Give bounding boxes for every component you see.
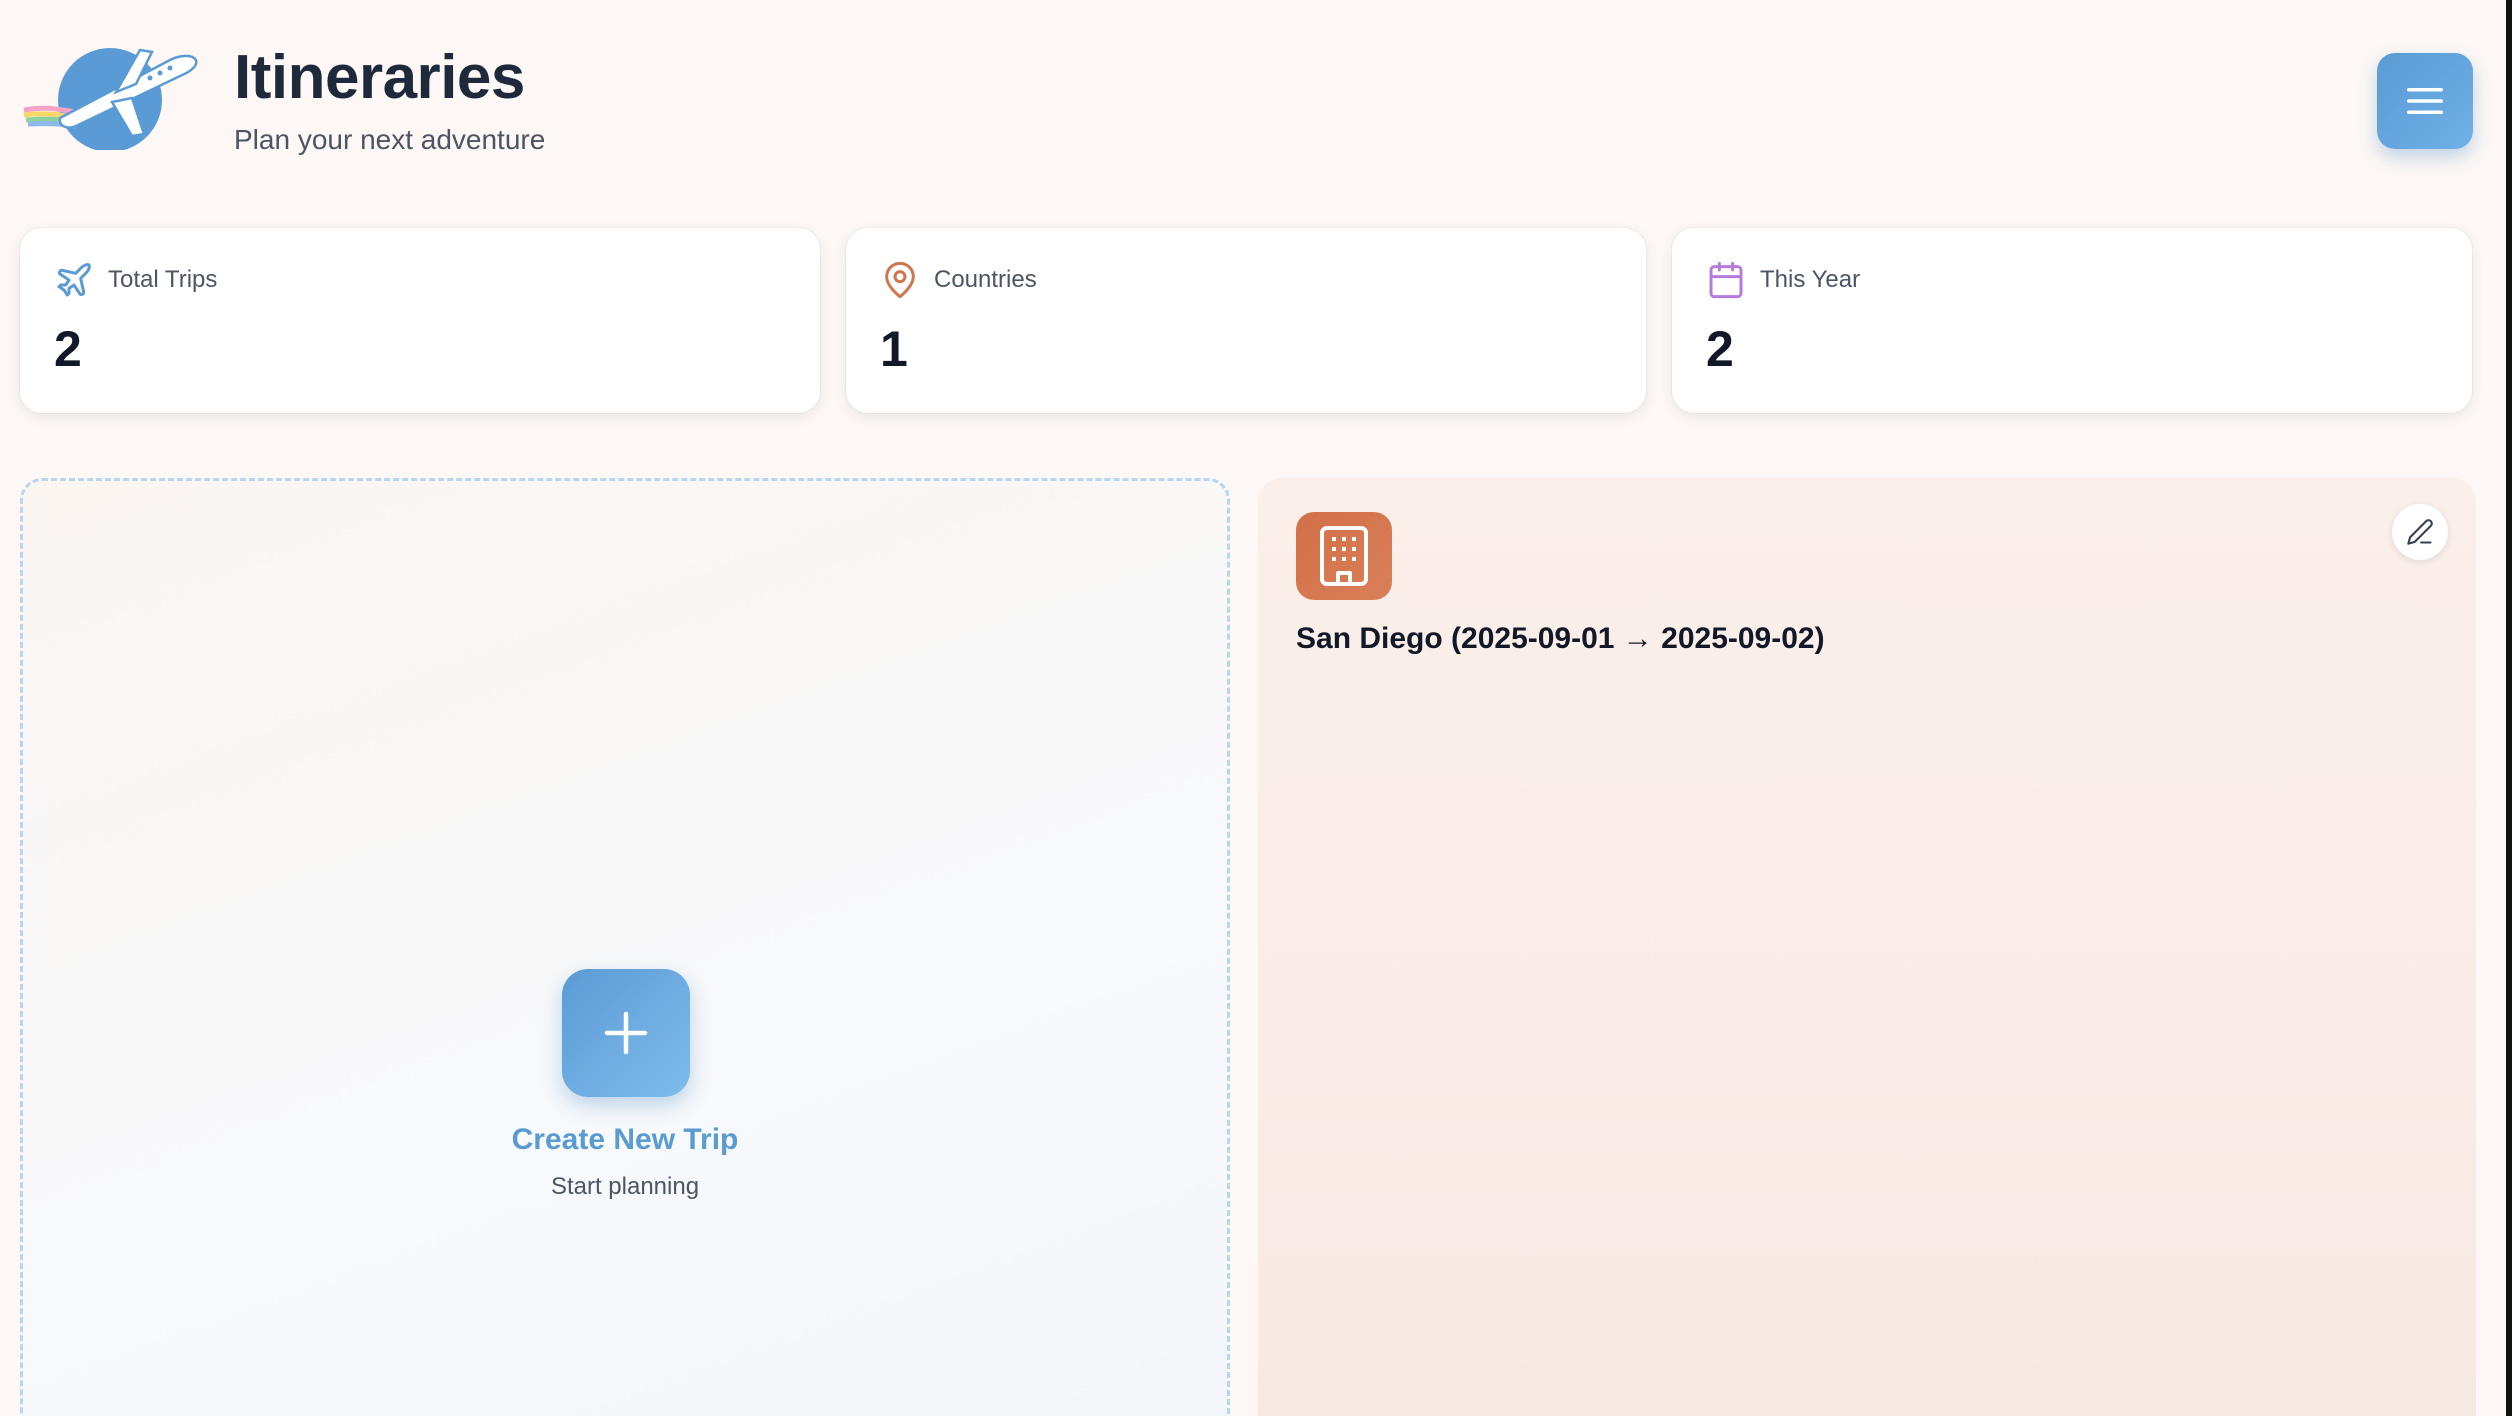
- stat-card-countries: Countries 1: [846, 228, 1646, 413]
- building-icon: [1296, 512, 1392, 600]
- page-subtitle: Plan your next adventure: [234, 124, 546, 155]
- airplane-globe-logo-icon: [20, 40, 200, 152]
- calendar-icon: [1706, 260, 1746, 300]
- edit-trip-button[interactable]: [2392, 504, 2448, 560]
- map-pin-icon: [880, 260, 920, 300]
- stat-value: 2: [54, 321, 82, 377]
- create-trip-label[interactable]: Create New Trip: [23, 1123, 1227, 1157]
- create-trip-card[interactable]: Create New Trip Start planning: [20, 478, 1230, 1416]
- stat-label: Countries: [934, 266, 1037, 293]
- stat-card-this-year: This Year 2: [1672, 228, 2472, 413]
- plus-icon: [604, 1011, 648, 1055]
- menu-button[interactable]: [2377, 53, 2473, 149]
- stat-value: 2: [1706, 321, 1734, 377]
- stat-label: This Year: [1760, 266, 1861, 293]
- hamburger-menu-icon: [2407, 88, 2443, 114]
- page-header: Itineraries Plan your next adventure: [0, 0, 2500, 200]
- create-trip-button[interactable]: [562, 969, 690, 1097]
- stat-value: 1: [880, 321, 908, 377]
- trip-title[interactable]: San Diego (2025-09-01 → 2025-09-02): [1296, 622, 1825, 656]
- page: Itineraries Plan your next adventure Tot…: [0, 0, 2512, 1416]
- trip-card[interactable]: San Diego (2025-09-01 → 2025-09-02): [1258, 478, 2476, 1416]
- create-trip-sublabel: Start planning: [550, 1173, 700, 1200]
- page-title: Itineraries: [234, 43, 525, 112]
- stat-label: Total Trips: [108, 266, 218, 293]
- plane-icon: [54, 260, 94, 300]
- stat-card-total-trips: Total Trips 2: [20, 228, 820, 413]
- window-edge: [2506, 0, 2512, 1416]
- pencil-icon: [2407, 519, 2433, 545]
